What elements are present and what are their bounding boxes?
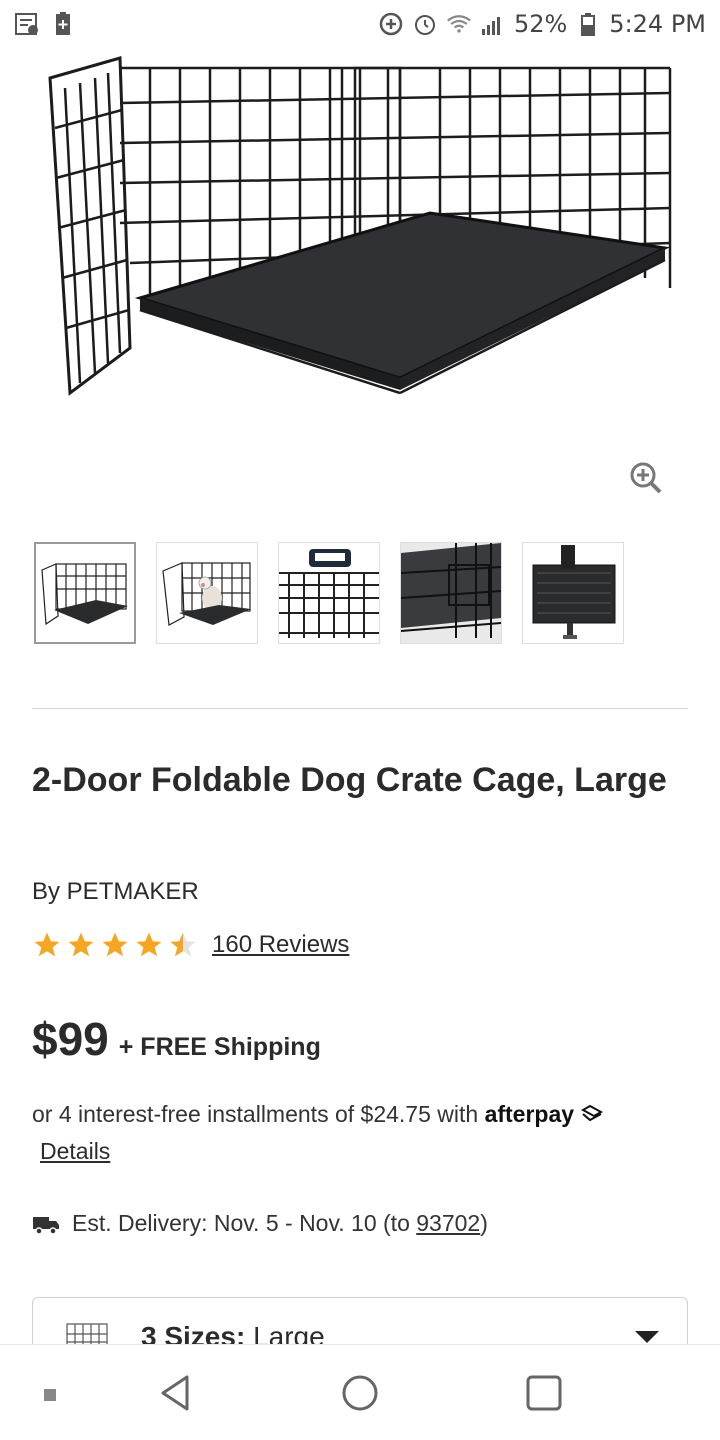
star-icon [68, 932, 94, 957]
recents-button[interactable] [520, 1369, 568, 1417]
product-main-image[interactable] [0, 48, 720, 508]
thumbnail-2[interactable] [156, 542, 258, 644]
square-dot-icon [44, 1389, 56, 1401]
thumbnail-3[interactable] [278, 542, 380, 644]
alarm-icon [412, 11, 438, 37]
signal-icon [480, 11, 506, 37]
back-triangle-icon [161, 1375, 189, 1411]
section-divider [32, 708, 688, 709]
clock: 5:24 PM [609, 10, 706, 38]
afterpay-arrows-icon [580, 1101, 604, 1127]
star-icon [34, 932, 60, 957]
star-icon [102, 932, 128, 957]
menu-dot-button[interactable] [40, 1385, 60, 1405]
thumbnail-4[interactable] [400, 542, 502, 644]
afterpay-text: or 4 interest-free installments of $24.7… [32, 1101, 479, 1127]
afterpay-logo: afterpay [484, 1101, 575, 1127]
half-star-icon [170, 932, 196, 957]
battery-percent: 52% [513, 10, 568, 38]
delivery-estimate: Est. Delivery: Nov. 5 - Nov. 10 (to 9370… [32, 1210, 488, 1237]
delivery-text: Est. Delivery: Nov. 5 - Nov. 10 (to [72, 1210, 417, 1236]
notification-icon [14, 11, 40, 37]
product-brand[interactable]: By PETMAKER [32, 878, 199, 906]
recents-square-icon [526, 1375, 562, 1411]
data-saver-icon [378, 11, 404, 37]
battery-icon [575, 11, 601, 37]
status-bar: 52% 5:24 PM [0, 0, 720, 48]
home-circle-icon [342, 1375, 378, 1411]
home-button[interactable] [336, 1369, 384, 1417]
zoom-in-icon [628, 460, 664, 501]
shipping-label: + FREE Shipping [118, 1033, 321, 1061]
star-rating [32, 930, 198, 960]
back-button[interactable] [150, 1369, 200, 1417]
zip-code-link[interactable]: 93702 [416, 1210, 480, 1237]
delivery-suffix: ) [480, 1210, 488, 1236]
thumbnail-5[interactable] [522, 542, 624, 644]
price-row: $99 + FREE Shipping [32, 1012, 321, 1066]
afterpay-details-link[interactable]: Details [40, 1133, 110, 1170]
rating-row: 160 Reviews [32, 930, 349, 960]
thumbnail-strip [34, 542, 624, 644]
thumbnail-1[interactable] [34, 542, 136, 644]
zoom-button[interactable] [626, 460, 666, 500]
reviews-link[interactable]: 160 Reviews [212, 931, 349, 959]
product-price: $99 [32, 1013, 109, 1065]
wifi-icon [446, 11, 472, 37]
afterpay-info: or 4 interest-free installments of $24.7… [32, 1096, 682, 1170]
navigation-bar [0, 1344, 720, 1440]
truck-icon [33, 1216, 59, 1235]
product-title: 2-Door Foldable Dog Crate Cage, Large [32, 761, 667, 799]
chevron-down-icon [635, 1331, 659, 1343]
battery-saver-icon [50, 11, 76, 37]
star-icon [136, 932, 162, 957]
